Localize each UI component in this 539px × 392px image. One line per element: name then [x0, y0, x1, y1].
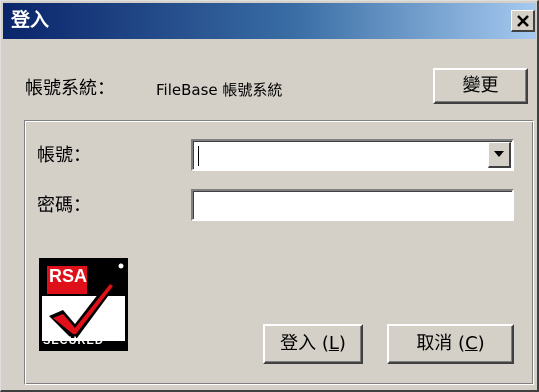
- cancel-button-suffix: ): [477, 333, 485, 354]
- title-bar[interactable]: 登入: [3, 3, 536, 39]
- login-dialog: 登入 帳號系統： FileBase 帳號系統 變更 帳號： 密碼： RSA SE…: [0, 0, 539, 392]
- cancel-button-label: 取消 (: [416, 333, 466, 354]
- password-input[interactable]: [197, 194, 467, 218]
- account-label: 帳號：: [37, 145, 91, 166]
- account-system-label: 帳號系統：: [25, 78, 115, 99]
- login-mnemonic: L: [328, 333, 339, 354]
- account-combobox[interactable]: [191, 139, 514, 171]
- login-button[interactable]: 登入 (L): [263, 324, 363, 364]
- change-button[interactable]: 變更: [433, 68, 528, 104]
- window-title: 登入: [11, 9, 50, 31]
- cancel-button[interactable]: 取消 (C): [387, 324, 514, 364]
- login-button-suffix: ): [338, 333, 346, 354]
- close-button[interactable]: [511, 10, 535, 32]
- cancel-mnemonic: C: [465, 333, 478, 354]
- rsa-logo-text: RSA: [49, 266, 88, 286]
- password-label: 密碼：: [37, 195, 91, 216]
- secured-logo-text: SECURED: [43, 335, 104, 347]
- text-caret: [198, 146, 199, 166]
- account-system-value: FileBase 帳號系統: [156, 81, 283, 99]
- login-button-label: 登入 (: [280, 333, 329, 354]
- password-field[interactable]: [191, 189, 514, 221]
- chevron-down-icon: [494, 151, 504, 157]
- account-dropdown-button[interactable]: [488, 142, 511, 168]
- account-input[interactable]: [197, 144, 467, 168]
- close-icon: [517, 15, 529, 27]
